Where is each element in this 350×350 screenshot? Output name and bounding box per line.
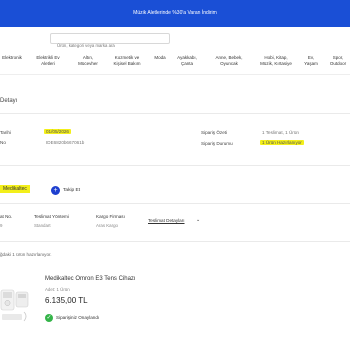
cargo-company-value: Aras Kargo (96, 223, 118, 228)
delivery-method-value: Standart (34, 223, 51, 228)
order-status-label: Sipariş Durumu (201, 141, 233, 146)
seller-name[interactable]: Medikaltec (0, 185, 30, 193)
search-box[interactable] (50, 33, 170, 50)
order-status-highlight: 1 Ürün Hazırlanıyor (260, 140, 304, 145)
order-detail-title: Detayı (0, 98, 18, 104)
order-no-value: IDE6820b667061b (46, 140, 85, 145)
category-hobby[interactable]: Hobi, Kitap, Müzik, Kırtasiye (260, 55, 292, 66)
product-quantity: Adet: 1 Ürün (45, 287, 70, 292)
order-status-value: 1 Ürün Hazırlanıyor (260, 140, 304, 145)
divider (0, 203, 350, 204)
divider (0, 241, 350, 242)
category-appliances[interactable]: Elektrikli Ev Aletleri (36, 55, 59, 66)
order-date-label: Tarihi (0, 130, 11, 135)
preparing-note: ğdaki 1 ürün hazırlanıyor. (0, 252, 52, 257)
category-sport[interactable]: Spor, Outdoor (330, 55, 346, 66)
category-jewelry[interactable]: Altın, Mücevher (78, 55, 98, 66)
order-date-highlight: 01/05/2026 (44, 129, 71, 134)
divider (0, 113, 350, 114)
quantity-value: 1 Ürün (56, 287, 70, 292)
cargo-company-header: Kargo Firması (96, 214, 125, 219)
header-bar (0, 27, 350, 50)
order-summary-label: Sipariş Özeti (201, 130, 228, 135)
chevron-down-icon[interactable]: ⌄ (196, 217, 200, 223)
order-date-value: 01/05/2026 (44, 129, 71, 134)
delivery-no-header: at No. (0, 214, 13, 219)
category-electronics[interactable]: Elektronik (2, 55, 22, 61)
category-nav: Elektronik Elektrikli Ev Aletleri Altın,… (0, 49, 350, 75)
check-icon: ✓ (45, 314, 53, 322)
category-baby-toys[interactable]: Anne, Bebek, Oyuncak (215, 55, 242, 66)
delivery-method-header: Teslimat Yöntemi (34, 214, 69, 219)
order-approved-status: Siparişiniz Onaylandı (56, 315, 100, 320)
product-image[interactable] (0, 282, 32, 328)
order-no-label: No (0, 140, 6, 145)
plus-icon[interactable]: + (51, 186, 60, 195)
delivery-no-value: 9 (0, 223, 3, 228)
delivery-details-link[interactable]: Teslimat Detayları (148, 218, 185, 223)
divider (0, 165, 350, 166)
product-name[interactable]: Medikaltec Omron E3 Tens Cihazı (45, 276, 136, 282)
category-shoes-bags[interactable]: Ayakkabı, Çanta (177, 55, 197, 66)
promo-text: Müzik Aletlerinde %30'a Varan İndirim (133, 10, 217, 16)
order-summary-value: 1 Teslimat, 1 Ürün (262, 130, 299, 135)
product-price: 6.135,00 TL (45, 296, 88, 305)
promo-banner[interactable]: Müzik Aletlerinde %30'a Varan İndirim (0, 0, 350, 27)
category-fashion[interactable]: Moda (154, 55, 165, 61)
category-home[interactable]: Ev, Yaşam (304, 55, 318, 66)
category-cosmetics[interactable]: Kozmetik ve Kişisel Bakım (113, 55, 140, 66)
quantity-label: Adet: (45, 287, 56, 292)
follow-button-label[interactable]: Takip Et (63, 188, 80, 193)
